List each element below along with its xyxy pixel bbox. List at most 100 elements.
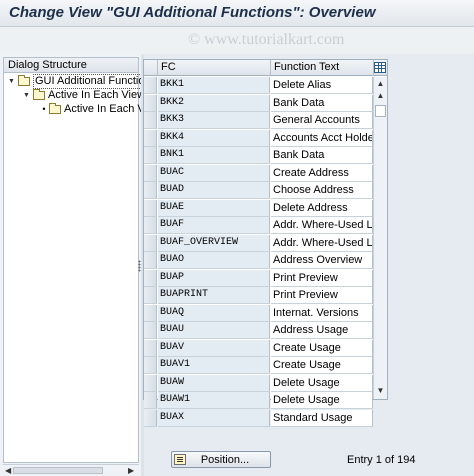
row-selector[interactable] bbox=[144, 164, 157, 182]
row-selector[interactable] bbox=[144, 182, 157, 199]
table-vertical-scrollbar[interactable]: ▲ ▲ ▼ bbox=[373, 77, 387, 399]
position-button[interactable]: Position... bbox=[171, 451, 271, 468]
row-selector[interactable] bbox=[144, 77, 157, 94]
cell-fc[interactable]: BUAW1 bbox=[158, 392, 270, 409]
row-selector[interactable] bbox=[144, 252, 157, 269]
table-row[interactable]: BUAV Create Usage bbox=[144, 339, 387, 357]
table-row[interactable]: BUAE Delete Address bbox=[144, 199, 387, 217]
scroll-thumb[interactable] bbox=[13, 467, 103, 474]
cell-fc[interactable]: BUAF bbox=[158, 217, 270, 234]
cell-fc[interactable]: BUAC bbox=[158, 164, 270, 182]
row-selector[interactable] bbox=[144, 392, 157, 409]
cell-fc[interactable]: BNK1 bbox=[158, 147, 270, 164]
cell-fc[interactable]: BUAP bbox=[158, 269, 270, 287]
row-selector[interactable] bbox=[144, 112, 157, 129]
cell-function-text[interactable]: Bank Data bbox=[271, 147, 373, 164]
splitter-grip-icon[interactable] bbox=[138, 260, 141, 272]
tree-node-gui-additional-functions[interactable]: ▼ GUI Additional Functions bbox=[8, 74, 159, 89]
page-up-icon[interactable]: ▲ bbox=[374, 90, 387, 102]
table-row[interactable]: BKK1 Delete Alias bbox=[144, 77, 387, 94]
table-row[interactable]: BUAW1 Delete Usage bbox=[144, 392, 387, 409]
row-selector[interactable] bbox=[144, 234, 157, 252]
expand-arrow-icon[interactable]: ▼ bbox=[8, 75, 18, 88]
cell-function-text[interactable]: Delete Usage bbox=[271, 374, 373, 392]
cell-function-text[interactable]: Create Address bbox=[271, 164, 373, 182]
table-row[interactable]: BUAF Addr. Where-Used Lst bbox=[144, 217, 387, 234]
cell-function-text[interactable]: Bank Data bbox=[271, 94, 373, 112]
row-selector[interactable] bbox=[144, 322, 157, 339]
tree-node-label[interactable]: Active In Each View bbox=[48, 89, 145, 102]
cell-function-text[interactable]: Create Usage bbox=[271, 339, 373, 357]
cell-fc[interactable]: BUAD bbox=[158, 182, 270, 199]
cell-fc[interactable]: BUAF_OVERVIEW bbox=[158, 234, 270, 252]
table-row[interactable]: BKK2 Bank Data bbox=[144, 94, 387, 112]
row-selector[interactable] bbox=[144, 409, 157, 427]
row-selector[interactable] bbox=[144, 339, 157, 357]
table-row[interactable]: BUAD Choose Address bbox=[144, 182, 387, 199]
table-row[interactable]: BKK4 Accounts Acct Holder bbox=[144, 129, 387, 147]
cell-function-text[interactable]: Accounts Acct Holder bbox=[271, 129, 373, 147]
cell-function-text[interactable]: Choose Address bbox=[271, 182, 373, 199]
row-selector[interactable] bbox=[144, 94, 157, 112]
table-row[interactable]: BUAQ Internat. Versions bbox=[144, 304, 387, 322]
table-row[interactable]: BUAU Address Usage bbox=[144, 322, 387, 339]
cell-fc[interactable]: BKK3 bbox=[158, 112, 270, 129]
cell-function-text[interactable]: Standard Usage bbox=[271, 409, 373, 427]
cell-function-text[interactable]: Addr. Where-Used Lst bbox=[271, 217, 373, 234]
cell-function-text[interactable]: Print Preview bbox=[271, 287, 373, 304]
row-selector[interactable] bbox=[144, 304, 157, 322]
table-settings-icon[interactable] bbox=[374, 62, 386, 73]
row-selector[interactable] bbox=[144, 147, 157, 164]
row-selector[interactable] bbox=[144, 269, 157, 287]
scroll-left-icon[interactable]: ◀ bbox=[5, 465, 11, 476]
expand-arrow-icon[interactable]: ▼ bbox=[23, 89, 33, 102]
table-row[interactable]: BUAC Create Address bbox=[144, 164, 387, 182]
cell-fc[interactable]: BUAU bbox=[158, 322, 270, 339]
row-selector[interactable] bbox=[144, 357, 157, 374]
cell-function-text[interactable]: Address Overview bbox=[271, 252, 373, 269]
cell-function-text[interactable]: Create Usage bbox=[271, 357, 373, 374]
table-row[interactable]: BUAP Print Preview bbox=[144, 269, 387, 287]
cell-function-text[interactable]: Print Preview bbox=[271, 269, 373, 287]
row-selector[interactable] bbox=[144, 129, 157, 147]
scroll-thumb[interactable] bbox=[375, 105, 386, 117]
cell-fc[interactable]: BKK1 bbox=[158, 77, 270, 94]
cell-fc[interactable]: BUAO bbox=[158, 252, 270, 269]
cell-fc[interactable]: BKK4 bbox=[158, 129, 270, 147]
cell-fc[interactable]: BUAPRINT bbox=[158, 287, 270, 304]
cell-fc[interactable]: BUAV1 bbox=[158, 357, 270, 374]
tree-node-active-in-each-vi[interactable]: • Active In Each Vi bbox=[39, 103, 147, 116]
cell-function-text[interactable]: General Accounts bbox=[271, 112, 373, 129]
cell-fc[interactable]: BUAV bbox=[158, 339, 270, 357]
row-selector[interactable] bbox=[144, 374, 157, 392]
cell-fc[interactable]: BUAX bbox=[158, 409, 270, 427]
column-header-fc[interactable]: FC bbox=[158, 60, 271, 76]
row-selector[interactable] bbox=[144, 199, 157, 217]
scroll-up-icon[interactable]: ▲ bbox=[374, 78, 387, 90]
tree-horizontal-scrollbar[interactable]: ◀ ▶ bbox=[3, 464, 139, 476]
cell-fc[interactable]: BKK2 bbox=[158, 94, 270, 112]
tree-node-label[interactable]: GUI Additional Functions bbox=[33, 74, 159, 89]
table-row[interactable]: BUAF_OVERVIEW Addr. Where-Used Lst bbox=[144, 234, 387, 252]
table-row[interactable]: BUAW Delete Usage bbox=[144, 374, 387, 392]
cell-fc[interactable]: BUAE bbox=[158, 199, 270, 217]
table-row[interactable]: BNK1 Bank Data bbox=[144, 147, 387, 164]
cell-function-text[interactable]: Delete Usage bbox=[271, 392, 373, 409]
cell-fc[interactable]: BUAQ bbox=[158, 304, 270, 322]
scroll-right-icon[interactable]: ▶ bbox=[128, 465, 134, 476]
cell-function-text[interactable]: Internat. Versions bbox=[271, 304, 373, 322]
table-row[interactable]: BKK3 General Accounts bbox=[144, 112, 387, 129]
scroll-down-icon[interactable]: ▼ bbox=[374, 385, 387, 397]
row-selector[interactable] bbox=[144, 287, 157, 304]
table-row[interactable]: BUAO Address Overview bbox=[144, 252, 387, 269]
cell-function-text[interactable]: Addr. Where-Used Lst bbox=[271, 234, 373, 252]
cell-function-text[interactable]: Address Usage bbox=[271, 322, 373, 339]
table-row[interactable]: BUAPRINT Print Preview bbox=[144, 287, 387, 304]
tree-node-active-in-each-view[interactable]: ▼ Active In Each View bbox=[23, 89, 145, 102]
select-all-header[interactable] bbox=[144, 60, 158, 76]
cell-function-text[interactable]: Delete Address bbox=[271, 199, 373, 217]
table-row[interactable]: BUAX Standard Usage bbox=[144, 409, 387, 427]
row-selector[interactable] bbox=[144, 217, 157, 234]
column-header-function-text[interactable]: Function Text bbox=[271, 60, 374, 76]
tree-node-label[interactable]: Active In Each Vi bbox=[64, 103, 147, 116]
